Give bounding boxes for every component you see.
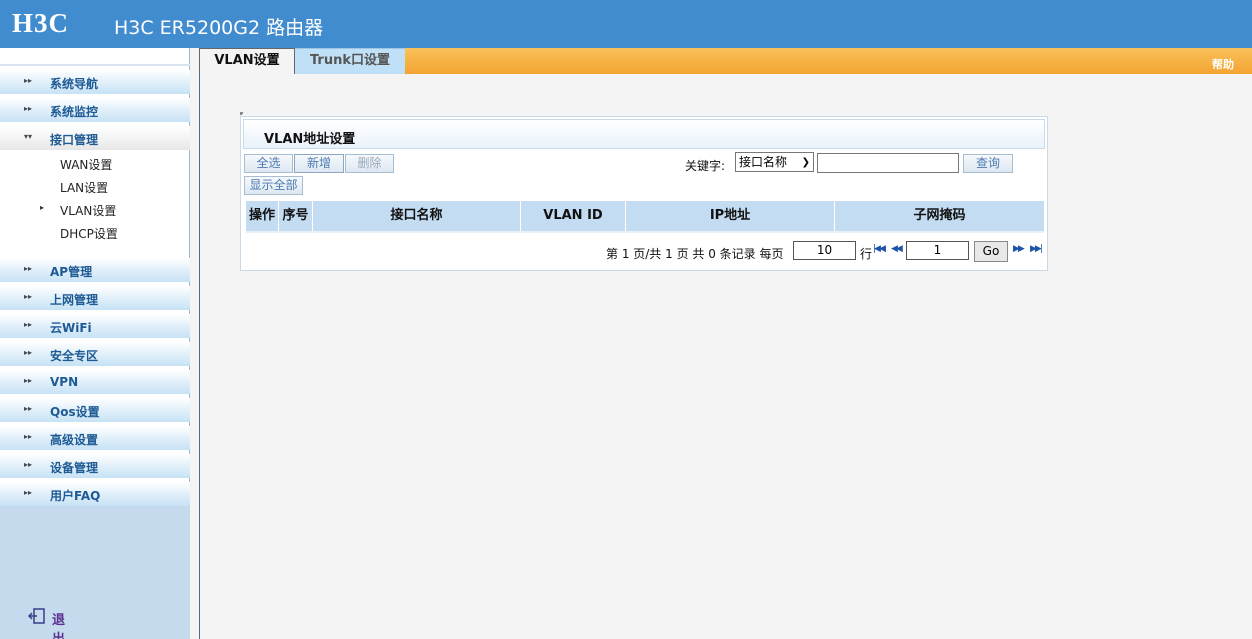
keyword-select[interactable]: 接口名称 ❯ [735,152,814,172]
menu-item-advanced[interactable]: ▸▸ 高级设置 [0,426,190,450]
keyword-label: 关键字: [685,159,726,173]
menu-item-system-monitor[interactable]: ▸▸ 系统监控 [0,98,190,122]
menu-label: 上网管理 [50,293,99,307]
column-header-ip-address[interactable]: IP地址 [626,201,835,231]
menu-item-qos[interactable]: ▸▸ Qos设置 [0,398,190,422]
tab-trunk-settings[interactable]: Trunk口设置 [295,48,405,74]
panel-title: VLAN地址设置 [264,132,356,147]
first-page-icon[interactable]: |◀◀ [873,244,886,254]
select-all-button[interactable]: 全选 [244,154,293,173]
menu-label: Qos设置 [50,405,100,419]
keyword-input[interactable] [817,153,959,173]
go-button[interactable]: Go [974,241,1008,262]
panel-corner-mark [240,112,243,115]
delete-button[interactable]: 删除 [345,154,394,173]
menu-label: 设备管理 [50,461,99,475]
menu-bullet-icon: ▸▸ [24,292,33,301]
submenu-item-dhcp[interactable]: DHCP设置 [0,222,190,244]
vlan-address-panel: VLAN地址设置 全选 新增 删除 显示全部 关键字: 接口名称 ❯ 查询 操作… [240,112,1048,271]
tab-bar: VLAN设置 Trunk口设置 帮助 [199,48,1252,74]
table-header: 操作 序号 接口名称 VLAN ID IP地址 子网掩码 [246,201,1044,233]
submenu-label: WAN设置 [60,158,113,172]
sidebar: ▸▸ 系统导航 ▸▸ 系统监控 ▾▾ 接口管理 WAN设置 LAN设置 ▸ VL… [0,48,190,639]
column-header-vlan-id[interactable]: VLAN ID [521,201,626,231]
submenu-item-lan[interactable]: LAN设置 [0,176,190,198]
menu-label: AP管理 [50,265,93,279]
menu-expanded-icon: ▾▾ [24,132,33,141]
logout-label: 退出 [52,613,66,639]
h3c-logo: H3C [12,8,69,38]
submenu-label: LAN设置 [60,181,109,195]
app-title: H3C ER5200G2 路由器 [114,17,324,39]
menu-label: 系统导航 [50,77,99,91]
last-page-icon[interactable]: ▶▶| [1030,244,1043,254]
submenu-item-wan[interactable]: WAN设置 [0,153,190,175]
menu-item-cloud-wifi[interactable]: ▸▸ 云WiFi [0,314,190,338]
menu-bullet-icon: ▸▸ [24,404,33,413]
menu-bullet-icon: ▸▸ [24,264,33,273]
search-button[interactable]: 查询 [963,154,1013,173]
help-link[interactable]: 帮助 [1212,56,1234,72]
menu-item-interface-manage[interactable]: ▾▾ 接口管理 [0,126,190,150]
column-header-subnet-mask[interactable]: 子网掩码 [835,201,1044,231]
menu-bullet-icon: ▸▸ [24,320,33,329]
column-header-index: 序号 [279,201,313,231]
submenu-item-vlan[interactable]: ▸ VLAN设置 [0,199,190,221]
page-number-input[interactable]: 1 [906,241,969,260]
column-header-interface-name[interactable]: 接口名称 [313,201,521,231]
next-page-icon[interactable]: ▶▶ [1013,244,1025,254]
submenu-label: DHCP设置 [60,227,118,241]
menu-label: 接口管理 [50,133,99,147]
menu-label: VPN [50,375,79,389]
menu-bullet-icon: ▸▸ [24,76,33,85]
menu-label: 用户FAQ [50,489,101,503]
previous-page-icon[interactable]: ◀◀ [891,244,903,254]
pager-summary: 第 1 页/共 1 页 共 0 条记录 每页 [606,247,784,261]
menu-label: 高级设置 [50,433,99,447]
menu-bullet-icon: ▸▸ [24,376,33,385]
top-header: H3C H3C ER5200G2 路由器 [0,0,1252,48]
menu-bullet-icon: ▸▸ [24,104,33,113]
chevron-down-icon: ❯ [801,157,810,168]
menu-item-device-manage[interactable]: ▸▸ 设备管理 [0,454,190,478]
submenu-label: VLAN设置 [60,204,117,218]
per-page-input[interactable]: 10 [793,241,856,260]
menu-label: 安全专区 [50,349,99,363]
main-content: VLAN地址设置 全选 新增 删除 显示全部 关键字: 接口名称 ❯ 查询 操作… [199,74,1252,639]
menu-item-ap-manage[interactable]: ▸▸ AP管理 [0,258,190,282]
menu-bullet-icon: ▸▸ [24,488,33,497]
panel-header: VLAN地址设置 [243,119,1045,149]
menu-label: 云WiFi [50,321,92,335]
column-header-action: 操作 [246,201,279,231]
show-all-button[interactable]: 显示全部 [244,176,303,195]
menu-item-user-faq[interactable]: ▸▸ 用户FAQ [0,482,190,506]
tab-vlan-settings[interactable]: VLAN设置 [199,48,295,74]
menu-bullet-icon: ▸▸ [24,432,33,441]
menu-item-internet-manage[interactable]: ▸▸ 上网管理 [0,286,190,310]
rows-label: 行 [860,247,873,261]
menu-bullet-icon: ▸▸ [24,460,33,469]
menu-item-system-nav[interactable]: ▸▸ 系统导航 [0,70,190,94]
menu-bullet-icon: ▸▸ [24,348,33,357]
add-button[interactable]: 新增 [294,154,344,173]
sidebar-divider [0,64,190,66]
keyword-select-value: 接口名称 [739,155,788,169]
menu-item-vpn[interactable]: ▸▸ VPN [0,370,190,394]
current-item-arrow-icon: ▸ [40,203,45,212]
logout-icon [28,608,45,624]
menu-item-security[interactable]: ▸▸ 安全专区 [0,342,190,366]
menu-label: 系统监控 [50,105,99,119]
